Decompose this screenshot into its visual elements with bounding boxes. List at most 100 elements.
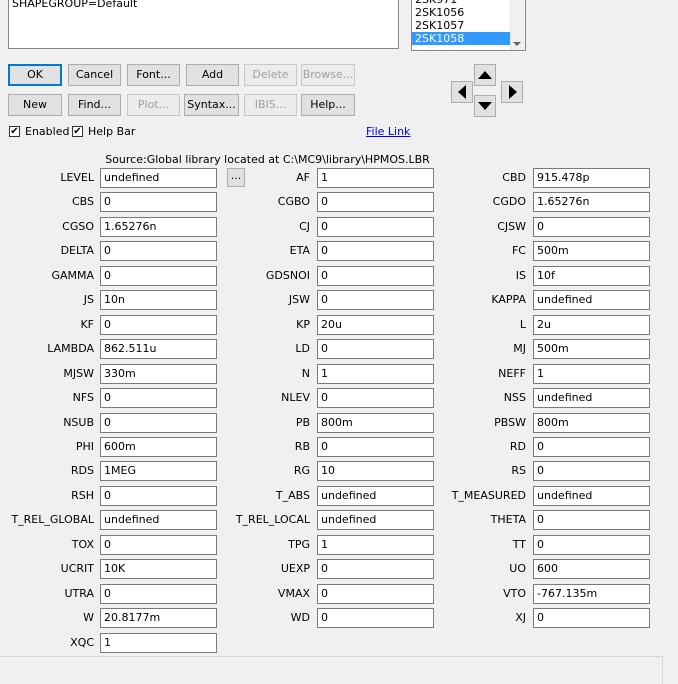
param-label-cjsw: CJSW — [497, 220, 526, 233]
enabled-checkbox[interactable]: ✔ — [9, 126, 20, 137]
param-label-xj: XJ — [515, 611, 526, 624]
param-field-mj[interactable]: 500m — [533, 339, 650, 359]
param-field-fc[interactable]: 500m — [533, 241, 650, 261]
param-field-theta[interactable]: 0 — [533, 510, 650, 530]
param-field-pbsw[interactable]: 800m — [533, 413, 650, 433]
param-field-t-measured[interactable]: undefined — [533, 486, 650, 506]
param-label-tpg: TPG — [288, 538, 310, 551]
ibis-button[interactable]: IBIS... — [244, 94, 297, 116]
param-field-pb[interactable]: 800m — [317, 413, 434, 433]
font-button[interactable]: Font... — [127, 64, 180, 86]
model-list-item[interactable]: 2SK1057 — [412, 19, 512, 32]
param-field-t-rel-local[interactable]: undefined — [317, 510, 434, 530]
param-label-cbd: CBD — [502, 171, 526, 184]
param-field-cbd[interactable]: 915.478p — [533, 168, 650, 188]
param-field-kf[interactable]: 0 — [100, 315, 217, 335]
param-label-is: IS — [515, 269, 526, 282]
param-field-cbs[interactable]: 0 — [100, 192, 217, 212]
param-field-nfs[interactable]: 0 — [100, 388, 217, 408]
param-field-gdsnoi[interactable]: 0 — [317, 266, 434, 286]
param-field-vmax[interactable]: 0 — [317, 584, 434, 604]
param-field-cgbo[interactable]: 0 — [317, 192, 434, 212]
param-field-delta[interactable]: 0 — [100, 241, 217, 261]
param-field-lambda[interactable]: 862.511u — [100, 339, 217, 359]
param-field-tox[interactable]: 0 — [100, 535, 217, 555]
scroll-down-arrow-icon[interactable] — [513, 42, 521, 46]
param-field-xqc[interactable]: 1 — [100, 633, 217, 653]
param-field-t-abs[interactable]: undefined — [317, 486, 434, 506]
param-field-rsh[interactable]: 0 — [100, 486, 217, 506]
model-list-item[interactable]: 2SK1058 — [412, 32, 512, 45]
param-field-n[interactable]: 1 — [317, 364, 434, 384]
param-label-js: JS — [83, 293, 94, 306]
param-label-mj: MJ — [513, 342, 526, 355]
cancel-button[interactable]: Cancel — [68, 64, 121, 86]
model-list-box[interactable]: 2SK9712SK10562SK10572SK1058 — [411, 0, 526, 51]
param-field-kappa[interactable]: undefined — [533, 290, 650, 310]
param-field-utra[interactable]: 0 — [100, 584, 217, 604]
param-field-cgso[interactable]: 1.65276n — [100, 217, 217, 237]
syntax-button[interactable]: Syntax... — [184, 94, 239, 116]
param-field-mjsw[interactable]: 330m — [100, 364, 217, 384]
param-field-l[interactable]: 2u — [533, 315, 650, 335]
param-field-uexp[interactable]: 0 — [317, 559, 434, 579]
model-list-item[interactable]: 2SK1056 — [412, 6, 512, 19]
param-label-cbs: CBS — [71, 195, 94, 208]
ok-button[interactable]: OK — [8, 64, 62, 86]
param-field-nsub[interactable]: 0 — [100, 413, 217, 433]
param-field-rg[interactable]: 10 — [317, 461, 434, 481]
status-bar — [0, 656, 663, 684]
model-text-area[interactable]: SHAPEGROUP=Default — [8, 0, 399, 49]
level-browse-button[interactable]: ... — [227, 168, 245, 187]
browse-button[interactable]: Browse... — [301, 64, 355, 86]
param-field-ucrit[interactable]: 10K — [100, 559, 217, 579]
param-label-utra: UTRA — [64, 587, 95, 600]
param-field-rb[interactable]: 0 — [317, 437, 434, 457]
list-scrollbar[interactable] — [510, 0, 525, 50]
param-field-gamma[interactable]: 0 — [100, 266, 217, 286]
find-button[interactable]: Find... — [68, 94, 121, 116]
param-field-jsw[interactable]: 0 — [317, 290, 434, 310]
param-label-w: W — [83, 611, 94, 624]
param-field-uo[interactable]: 600 — [533, 559, 650, 579]
param-field-eta[interactable]: 0 — [317, 241, 434, 261]
param-field-phi[interactable]: 600m — [100, 437, 217, 457]
move-up-button[interactable] — [474, 64, 496, 86]
delete-button[interactable]: Delete — [244, 64, 297, 86]
model-list-items: 2SK9712SK10562SK10572SK1058 — [412, 0, 512, 45]
help-button[interactable]: Help... — [301, 94, 355, 116]
param-field-nlev[interactable]: 0 — [317, 388, 434, 408]
param-field-xj[interactable]: 0 — [533, 608, 650, 628]
param-field-tpg[interactable]: 1 — [317, 535, 434, 555]
param-field-level[interactable]: undefined — [100, 168, 217, 188]
plot-button[interactable]: Plot... — [127, 94, 180, 116]
move-right-button[interactable] — [501, 81, 523, 103]
add-button[interactable]: Add — [186, 64, 239, 86]
param-field-cgdo[interactable]: 1.65276n — [533, 192, 650, 212]
move-left-button[interactable] — [451, 81, 473, 103]
new-button[interactable]: New — [8, 94, 62, 116]
param-field-js[interactable]: 10n — [100, 290, 217, 310]
param-label-t-rel-local: T_REL_LOCAL — [235, 513, 310, 526]
param-field-vto[interactable]: -767.135m — [533, 584, 650, 604]
param-field-is[interactable]: 10f — [533, 266, 650, 286]
param-field-rs[interactable]: 0 — [533, 461, 650, 481]
file-link[interactable]: File Link — [366, 125, 410, 138]
param-label-gdsnoi: GDSNOI — [265, 269, 310, 282]
move-down-button[interactable] — [474, 95, 496, 117]
param-field-nss[interactable]: undefined — [533, 388, 650, 408]
param-field-cj[interactable]: 0 — [317, 217, 434, 237]
param-field-w[interactable]: 20.8177m — [100, 608, 217, 628]
param-field-neff[interactable]: 1 — [533, 364, 650, 384]
param-field-cjsw[interactable]: 0 — [533, 217, 650, 237]
param-field-tt[interactable]: 0 — [533, 535, 650, 555]
param-field-ld[interactable]: 0 — [317, 339, 434, 359]
param-field-rd[interactable]: 0 — [533, 437, 650, 457]
param-field-kp[interactable]: 20u — [317, 315, 434, 335]
param-field-rds[interactable]: 1MEG — [100, 461, 217, 481]
param-field-t-rel-global[interactable]: undefined — [100, 510, 217, 530]
param-field-wd[interactable]: 0 — [317, 608, 434, 628]
arrow-right-icon — [509, 85, 517, 99]
param-field-af[interactable]: 1 — [317, 168, 434, 188]
help-bar-checkbox[interactable]: ✔ — [72, 126, 83, 137]
